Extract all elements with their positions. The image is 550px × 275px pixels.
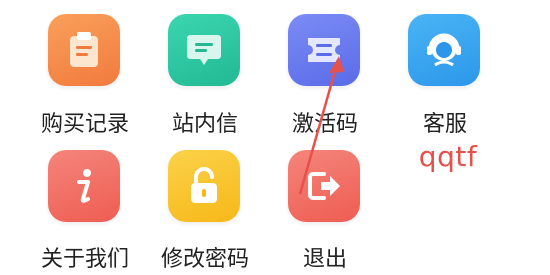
- headset-agent-icon: [427, 33, 461, 67]
- handwritten-annotation: qqtf: [418, 140, 478, 173]
- info-icon: [77, 169, 91, 203]
- logout-icon: [308, 172, 340, 200]
- about-us-label: 关于我们: [40, 247, 129, 272]
- purchase-records-button[interactable]: [48, 14, 120, 86]
- customer-service-button[interactable]: [408, 14, 480, 86]
- ticket-icon: [308, 38, 340, 62]
- clipboard-icon: [70, 32, 98, 67]
- inbox-messages-button[interactable]: [168, 14, 240, 86]
- logout-button[interactable]: [288, 150, 360, 222]
- activation-code-button[interactable]: [288, 14, 360, 86]
- change-password-label: 修改密码: [160, 247, 249, 272]
- change-password-button[interactable]: [168, 150, 240, 222]
- unlock-icon: [191, 167, 217, 203]
- about-us-button[interactable]: [48, 150, 120, 222]
- activation-code-label: 激活码: [291, 112, 358, 137]
- customer-service-label: 客服: [422, 112, 467, 137]
- purchase-records-label: 购买记录: [40, 112, 129, 137]
- inbox-messages-label: 站内信: [171, 112, 238, 137]
- menu-grid: 购买记录 站内信 激活码 客服 qqtf 关于我们 修改密码 退出: [0, 0, 550, 275]
- logout-label: 退出: [302, 247, 347, 272]
- message-icon: [187, 35, 221, 65]
